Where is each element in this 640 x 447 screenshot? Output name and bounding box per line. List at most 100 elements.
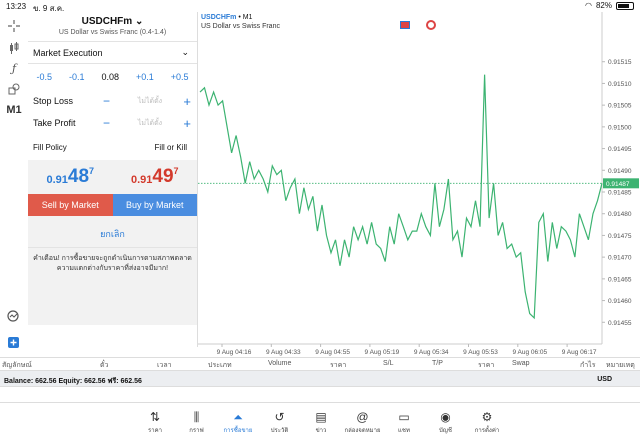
volume-stepper: -0.5 -0.1 0.08 +0.1 +0.5 xyxy=(28,64,197,90)
col-volume: Volume xyxy=(268,360,292,367)
candles-icon[interactable] xyxy=(6,40,22,56)
tab-label: ราคา xyxy=(148,428,162,434)
tab-4[interactable]: ▤ ข่าว xyxy=(301,409,341,435)
buy-button[interactable]: Buy by Market xyxy=(112,194,197,216)
signals-icon[interactable] xyxy=(6,309,21,324)
tab-label: การซื้อขาย xyxy=(223,428,253,434)
bid-price: 0.91 48 7 xyxy=(46,166,95,187)
quote-box: 0.91 48 7 0.91 49 7 Sell by Market Buy by Ma… xyxy=(28,160,197,325)
x-tick-label: 9 Aug 04:16 xyxy=(217,349,252,356)
tab-7[interactable]: ◉ บัญชี xyxy=(426,409,466,435)
y-tick-label: 0.91500 xyxy=(608,124,632,131)
ask-price: 0.91 49 7 xyxy=(130,166,179,187)
one-click-trading-icon[interactable] xyxy=(400,21,410,29)
tab-icon: ▤ xyxy=(315,410,327,424)
tab-1[interactable]: ⫼ กราฟ xyxy=(177,409,217,435)
stop-loss-input[interactable]: ไม่ได้ตั้ง xyxy=(123,96,177,107)
y-tick-label: 0.91465 xyxy=(608,276,632,283)
quote-row: 0.91 48 7 0.91 49 7 xyxy=(28,160,197,194)
objects-icon[interactable] xyxy=(6,81,22,97)
tab-icon: ⇅ xyxy=(149,410,161,424)
tab-label: ประวัติ xyxy=(270,428,289,434)
tab-label: ข่าว xyxy=(315,428,327,434)
timeframe-button[interactable]: M1 xyxy=(6,102,22,118)
stop-loss-plus-button[interactable]: + xyxy=(177,94,191,109)
tab-0[interactable]: ⇅ ราคา xyxy=(135,409,175,435)
x-tick-label: 9 Aug 06:05 xyxy=(512,349,547,356)
tab-3[interactable]: ↺ ประวัติ xyxy=(260,409,300,435)
col-tp: T/P xyxy=(432,360,443,367)
chart-title: USDCHFm • M1 xyxy=(201,14,252,21)
tab-icon: ⏶ xyxy=(233,410,243,424)
crosshair-icon[interactable] xyxy=(6,18,22,34)
side-bottom-tools xyxy=(0,310,28,356)
chart-toolbar: ƒ M1 xyxy=(0,12,28,350)
function-icon[interactable]: ƒ xyxy=(6,60,22,76)
trade-columns-header: สัญลักษณ์ ตั๋ว เวลา ประเภท Volume ราคา S… xyxy=(0,357,640,370)
cancel-button[interactable]: ยกเลิก xyxy=(28,216,197,248)
stop-loss-row: Stop Loss − ไม่ได้ตั้ง + xyxy=(28,90,197,112)
trade-buttons: Sell by Market Buy by Market xyxy=(28,194,197,216)
price-chart[interactable]: USDCHFm • M1 US Dollar vs Swiss Franc 0.… xyxy=(198,12,640,356)
tab-label: บัญชี xyxy=(439,428,452,434)
chart-toggle-icon[interactable] xyxy=(426,20,436,30)
y-tick-label: 0.91490 xyxy=(608,168,632,175)
balance-currency: USD xyxy=(597,376,612,383)
status-bar: 13:23 ข. 9 ส.ค. ◠ 82% xyxy=(0,0,640,13)
tab-5[interactable]: @ กล่องจดหมาย xyxy=(343,409,383,435)
execution-select[interactable]: Market Execution ⌄ xyxy=(28,42,197,64)
take-profit-row: Take Profit − ไม่ได้ตั้ง + xyxy=(28,112,197,134)
y-tick-label: 0.91495 xyxy=(608,146,632,153)
tab-2[interactable]: ⏶ การซื้อขาย xyxy=(218,409,258,435)
col-sl: S/L xyxy=(383,360,394,367)
x-tick-label: 9 Aug 05:19 xyxy=(365,349,400,356)
take-profit-minus-button[interactable]: − xyxy=(103,116,123,130)
chevron-down-icon: ⌄ xyxy=(181,47,189,57)
chart-symbol: USDCHFm xyxy=(201,14,237,21)
stop-loss-minus-button[interactable]: − xyxy=(103,94,123,108)
tab-icon: ⫼ xyxy=(193,410,200,424)
volume-plus-0.5[interactable]: +0.5 xyxy=(171,72,189,82)
add-order-icon[interactable] xyxy=(6,335,21,350)
sell-button[interactable]: Sell by Market xyxy=(28,194,113,216)
balance-bar: Balance: 662.56 Equity: 662.56 ฟรี: 662.… xyxy=(0,370,640,387)
tab-label: การตั้งค่า xyxy=(474,428,500,434)
y-tick-label: 0.91515 xyxy=(608,59,632,66)
status-time: 13:23 xyxy=(6,2,27,11)
volume-minus-0.1[interactable]: -0.1 xyxy=(69,72,85,82)
volume-minus-0.5[interactable]: -0.5 xyxy=(36,72,52,82)
price-series-line xyxy=(199,74,603,320)
tab-icon: ⚙ xyxy=(481,410,493,424)
take-profit-plus-button[interactable]: + xyxy=(177,116,191,131)
chart-subtitle: US Dollar vs Swiss Franc xyxy=(201,23,280,30)
order-panel: USDCHFm ⌄ US Dollar vs Swiss Franc (0.4-… xyxy=(28,12,198,347)
x-tick-label: 9 Aug 04:33 xyxy=(266,349,301,356)
tab-8[interactable]: ⚙ การตั้งค่า xyxy=(467,409,507,435)
tab-icon: ▭ xyxy=(398,410,410,424)
stop-loss-label: Stop Loss xyxy=(33,96,74,106)
tab-icon: ◉ xyxy=(440,410,451,424)
volume-value[interactable]: 0.08 xyxy=(101,72,119,82)
bottom-tab-bar: ⇅ ราคา ⫼ กราฟ ⏶ การซื้อขาย ↺ ประวัติ ▤ ข่าว @ กล่อง… xyxy=(0,402,640,447)
y-tick-label: 0.91510 xyxy=(608,81,632,88)
take-profit-input[interactable]: ไม่ได้ตั้ง xyxy=(123,118,177,129)
take-profit-label: Take Profit xyxy=(33,118,76,128)
symbol-name: USDCHFm xyxy=(81,16,133,27)
y-tick-label: 0.91480 xyxy=(608,211,632,218)
symbol-header[interactable]: USDCHFm ⌄ US Dollar vs Swiss Franc (0.4-… xyxy=(28,12,197,42)
chart-timeframe: • M1 xyxy=(236,14,253,21)
y-tick-label: 0.91470 xyxy=(608,255,632,262)
chevron-down-icon: ⌄ xyxy=(132,16,144,27)
status-right: ◠ 82% xyxy=(585,1,634,10)
fill-policy-row[interactable]: Fill Policy Fill or Kill xyxy=(28,134,197,160)
current-price-label: 0.91487 xyxy=(606,181,630,188)
execution-label: Market Execution xyxy=(33,47,103,58)
tab-6[interactable]: ▭ แชท xyxy=(384,409,424,435)
volume-plus-0.1[interactable]: +0.1 xyxy=(136,72,154,82)
chart-plot: 0.91515 0.91510 0.91505 0.91500 0.91495 0.914… xyxy=(198,12,639,356)
col-swap: Swap xyxy=(512,360,530,367)
y-tick-label: 0.91455 xyxy=(608,320,632,327)
wifi-icon: ◠ xyxy=(585,1,592,10)
x-tick-label: 9 Aug 05:53 xyxy=(463,349,498,356)
symbol-description: US Dollar vs Swiss Franc (0.4-1.4) xyxy=(58,29,167,36)
